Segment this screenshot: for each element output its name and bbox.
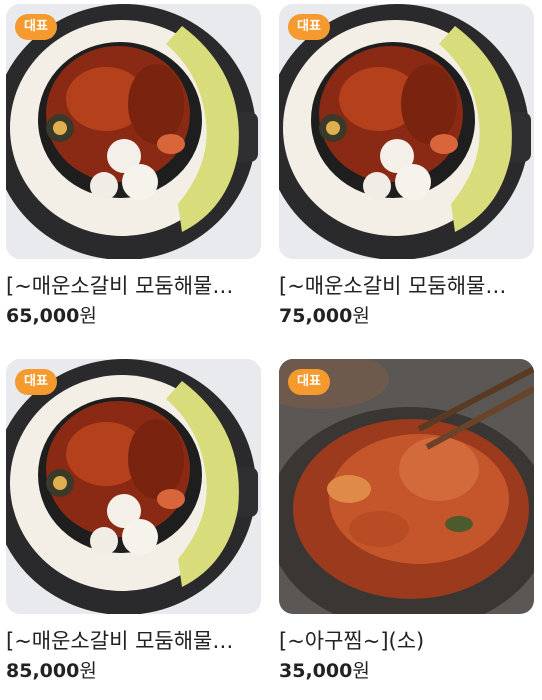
product-grid: 대표 [~매운소갈비 모둠해물찜~] 65,000원 대표 [~매운소갈비 모둠… xyxy=(0,0,542,700)
product-photo[interactable]: 대표 xyxy=(279,359,534,614)
price-unit: 원 xyxy=(79,660,97,682)
product-card[interactable]: 대표 [~매운소갈비 모둠해물찜~] 75,000원 xyxy=(279,4,534,329)
price-unit: 원 xyxy=(79,305,97,327)
product-card[interactable]: 대표 [~매운소갈비 모둠해물찜~] 65,000원 xyxy=(6,4,261,329)
price-amount: 35,000 xyxy=(279,660,353,682)
signature-badge: 대표 xyxy=(15,14,57,40)
product-price: 35,000원 xyxy=(279,658,534,684)
product-name[interactable]: [~매운소갈비 모둠해물찜~] xyxy=(6,271,251,301)
product-card[interactable]: 대표 [~아구찜~](소) 35,000원 xyxy=(279,359,534,684)
braised-monkfish-bowl-photo xyxy=(279,359,534,614)
product-price: 65,000원 xyxy=(6,303,261,329)
price-unit: 원 xyxy=(352,660,370,682)
spicy-galbi-seafood-pan-photo xyxy=(6,359,261,614)
price-unit: 원 xyxy=(352,305,370,327)
signature-badge: 대표 xyxy=(15,369,57,395)
product-card[interactable]: 대표 [~매운소갈비 모둠해물찜~] 85,000원 xyxy=(6,359,261,684)
spicy-galbi-seafood-pan-photo xyxy=(279,4,534,259)
product-name[interactable]: [~매운소갈비 모둠해물찜~] xyxy=(6,626,251,656)
product-price: 75,000원 xyxy=(279,303,534,329)
price-amount: 65,000 xyxy=(6,305,80,327)
product-photo[interactable]: 대표 xyxy=(6,359,261,614)
spicy-galbi-seafood-pan-photo xyxy=(6,4,261,259)
signature-badge: 대표 xyxy=(288,14,330,40)
product-price: 85,000원 xyxy=(6,658,261,684)
price-amount: 85,000 xyxy=(6,660,80,682)
product-photo[interactable]: 대표 xyxy=(279,4,534,259)
signature-badge: 대표 xyxy=(288,369,330,395)
product-photo[interactable]: 대표 xyxy=(6,4,261,259)
product-name[interactable]: [~아구찜~](소) xyxy=(279,626,524,656)
price-amount: 75,000 xyxy=(279,305,353,327)
product-name[interactable]: [~매운소갈비 모둠해물찜~] xyxy=(279,271,524,301)
